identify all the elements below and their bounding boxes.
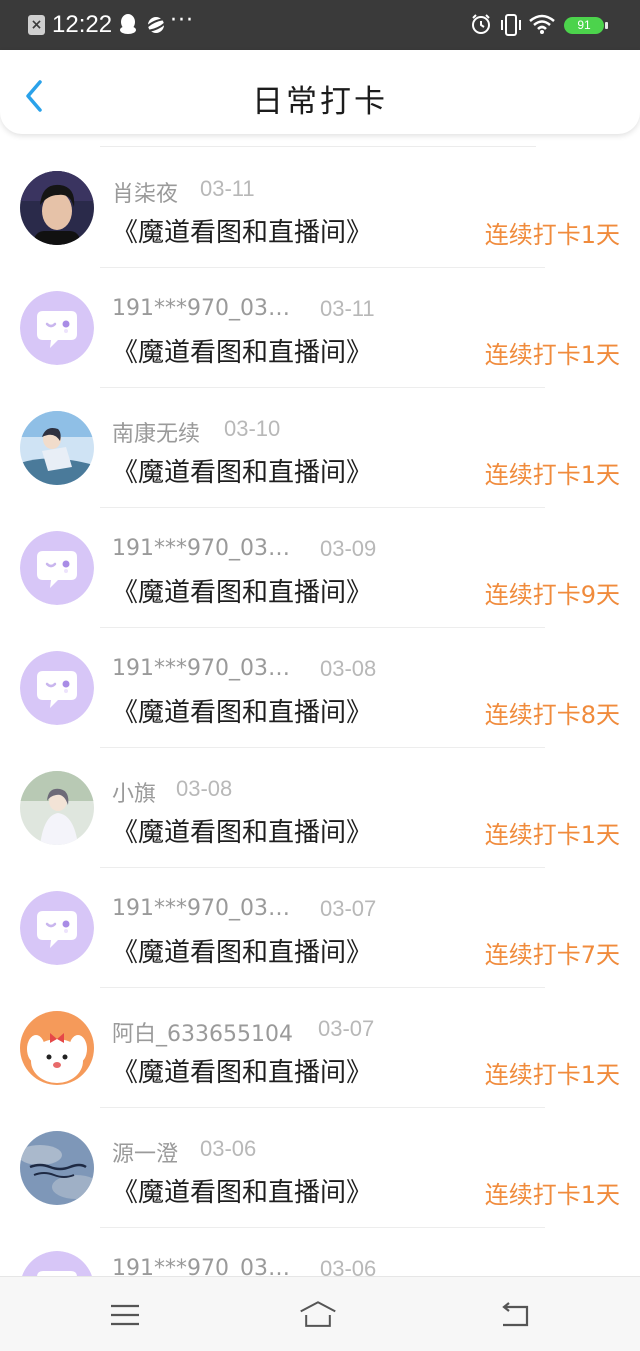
default-chat-avatar[interactable] <box>20 651 94 725</box>
list-item[interactable]: 阿白_633655104 03-07 《魔道看图和直播间》 连续打卡1天 <box>0 974 640 1108</box>
user-name: 小旗 <box>112 782 157 807</box>
list-item[interactable]: 191***970_03… 03-11 《魔道看图和直播间》 连续打卡1天 <box>0 254 640 388</box>
list-item[interactable]: 191***970_03… 03-08 《魔道看图和直播间》 连续打卡8天 <box>0 614 640 748</box>
checkin-date: 03-07 <box>320 896 377 921</box>
streak-label: 连续打卡1天 <box>484 1181 620 1209</box>
planet-icon <box>145 17 167 33</box>
streak-label: 连续打卡1天 <box>484 821 620 849</box>
list-item[interactable]: 191***970_03… 03-09 《魔道看图和直播间》 连续打卡9天 <box>0 494 640 628</box>
status-bar: × 12:22 ··· 91 <box>0 0 640 50</box>
wifi-icon <box>529 14 555 34</box>
list-item[interactable]: 191***970_03… 03-07 《魔道看图和直播间》 连续打卡7天 <box>0 854 640 988</box>
status-time: 12:22 <box>52 11 113 38</box>
list-item[interactable]: 191***970_03… 03-06 <box>0 1214 640 1276</box>
checkin-date: 03-11 <box>320 296 375 321</box>
user-name: 阿白_633655104 <box>112 1022 293 1047</box>
checkin-date: 03-08 <box>176 776 233 801</box>
default-chat-avatar[interactable] <box>20 291 94 365</box>
user-name: 源一澄 <box>112 1142 179 1167</box>
checkin-date: 03-10 <box>224 416 281 441</box>
checkin-date: 03-06 <box>320 1256 377 1276</box>
book-title[interactable]: 《魔道看图和直播间》 <box>112 572 372 609</box>
more-dots-icon: ··· <box>170 8 194 33</box>
user-name: 191***970_03… <box>112 296 290 321</box>
checkin-list[interactable]: 肖柒夜 03-11 《魔道看图和直播间》 连续打卡1天 191***970_03… <box>0 134 640 1276</box>
qq-penguin-icon <box>120 14 136 34</box>
book-title[interactable]: 《魔道看图和直播间》 <box>112 1052 372 1089</box>
page-title: 日常打卡 <box>252 84 388 120</box>
book-title[interactable]: 《魔道看图和直播间》 <box>112 332 372 369</box>
list-item[interactable]: 小旗 03-08 《魔道看图和直播间》 连续打卡1天 <box>0 734 640 868</box>
default-chat-avatar[interactable] <box>20 531 94 605</box>
checkin-date: 03-09 <box>320 536 377 561</box>
anime-avatar[interactable] <box>20 771 94 845</box>
system-nav-bar <box>0 1276 640 1351</box>
back-icon[interactable] <box>495 1299 535 1331</box>
checkin-date: 03-07 <box>318 1016 375 1041</box>
checkin-date: 03-11 <box>200 176 255 201</box>
user-name: 191***970_03… <box>112 656 290 681</box>
alarm-icon <box>472 14 490 34</box>
streak-label: 连续打卡1天 <box>484 341 620 369</box>
list-item[interactable]: 南康无续 03-10 《魔道看图和直播间》 连续打卡1天 <box>0 374 640 508</box>
battery-icon: 91 <box>564 17 608 34</box>
anime-avatar[interactable] <box>20 411 94 485</box>
home-icon[interactable] <box>298 1299 338 1331</box>
close-notification-icon: × <box>28 15 45 35</box>
menu-icon[interactable] <box>105 1299 145 1331</box>
streak-label: 连续打卡1天 <box>484 461 620 489</box>
cartoon-avatar[interactable] <box>20 1011 94 1085</box>
photo-avatar[interactable] <box>20 171 94 245</box>
streak-label: 连续打卡1天 <box>484 221 620 249</box>
vibrate-icon <box>501 14 521 36</box>
book-title[interactable]: 《魔道看图和直播间》 <box>112 1172 372 1209</box>
user-name: 191***970_03… <box>112 536 290 561</box>
list-item[interactable]: 肖柒夜 03-11 《魔道看图和直播间》 连续打卡1天 <box>0 134 640 268</box>
checkin-date: 03-08 <box>320 656 377 681</box>
default-chat-avatar[interactable] <box>20 891 94 965</box>
book-title[interactable]: 《魔道看图和直播间》 <box>112 812 372 849</box>
book-title[interactable]: 《魔道看图和直播间》 <box>112 212 372 249</box>
streak-label: 连续打卡9天 <box>484 581 620 609</box>
sky-avatar[interactable] <box>20 1131 94 1205</box>
book-title[interactable]: 《魔道看图和直播间》 <box>112 692 372 729</box>
user-name: 肖柒夜 <box>112 182 179 207</box>
page-header: 日常打卡 <box>0 50 640 134</box>
user-name: 191***970_03… <box>112 1256 290 1276</box>
user-name: 191***970_03… <box>112 896 290 921</box>
user-name: 南康无续 <box>112 422 201 447</box>
streak-label: 连续打卡7天 <box>484 941 620 969</box>
checkin-date: 03-06 <box>200 1136 257 1161</box>
streak-label: 连续打卡8天 <box>484 701 620 729</box>
list-item[interactable]: 源一澄 03-06 《魔道看图和直播间》 连续打卡1天 <box>0 1094 640 1228</box>
book-title[interactable]: 《魔道看图和直播间》 <box>112 452 372 489</box>
book-title[interactable]: 《魔道看图和直播间》 <box>112 932 372 969</box>
streak-label: 连续打卡1天 <box>484 1061 620 1089</box>
default-chat-avatar[interactable] <box>20 1251 94 1276</box>
